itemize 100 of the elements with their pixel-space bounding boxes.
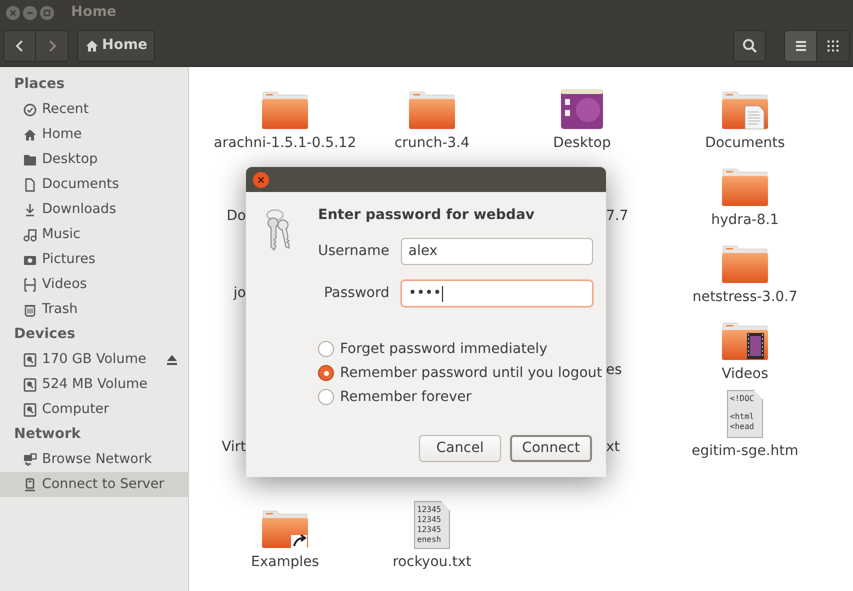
network-icon xyxy=(23,452,37,466)
linked-folder-icon xyxy=(261,509,309,549)
sidebar-item[interactable]: Recent xyxy=(0,97,188,122)
file-label[interactable]: Desktop xyxy=(553,133,611,154)
sidebar-item[interactable]: Videos xyxy=(0,272,188,297)
sidebar-item[interactable]: Pictures xyxy=(0,247,188,272)
file-preview-text: <html xyxy=(730,412,756,422)
chevron-left-icon xyxy=(14,38,26,52)
sidebar-item[interactable]: Browse Network xyxy=(0,447,188,472)
file-label[interactable]: crunch-3.4 xyxy=(394,133,470,154)
file-preview-text: 12345 xyxy=(417,515,442,525)
cancel-button[interactable]: Cancel xyxy=(419,435,501,462)
sidebar-item-label: Home xyxy=(42,125,83,144)
window-title: Home xyxy=(71,3,116,22)
drive-icon xyxy=(23,402,37,416)
sidebar-item-label: Documents xyxy=(42,175,120,194)
desktop-icon xyxy=(560,88,604,130)
list-icon xyxy=(794,38,808,52)
file-preview-text: enesh xyxy=(417,535,442,545)
list-view-button[interactable] xyxy=(784,30,817,62)
radio-label: Remember forever xyxy=(340,388,472,406)
sidebar-item[interactable]: 170 GB Volume xyxy=(0,347,188,372)
sidebar-heading: Places xyxy=(13,75,66,94)
sidebar-item-label: Desktop xyxy=(42,150,99,170)
radio-button[interactable] xyxy=(318,389,334,405)
file-label[interactable]: Documents xyxy=(705,133,785,154)
video-folder-icon xyxy=(721,321,769,361)
forward-button[interactable] xyxy=(36,30,69,62)
sidebar-item-label: Connect to Server xyxy=(42,475,166,494)
sidebar-heading: Network xyxy=(13,425,82,444)
film-icon xyxy=(23,278,37,292)
grid-view-button[interactable] xyxy=(817,30,850,62)
sidebar-item-label: Trash xyxy=(42,300,79,320)
server-icon xyxy=(23,478,37,492)
grid-icon xyxy=(826,38,840,52)
input-field[interactable]: •••• xyxy=(401,280,593,307)
back-button[interactable] xyxy=(3,30,36,62)
file-preview-text: <!DOC xyxy=(730,394,756,404)
dialog-heading: Enter password for webdav xyxy=(318,206,536,225)
file-preview-text: 12345 xyxy=(417,505,442,515)
close-icon[interactable] xyxy=(253,172,269,188)
search-icon xyxy=(742,38,758,54)
minimize-icon[interactable] xyxy=(23,6,37,20)
trash-icon xyxy=(23,302,37,316)
file-label: xt xyxy=(606,438,620,457)
file-label[interactable]: Examples xyxy=(250,552,320,573)
radio-button[interactable] xyxy=(318,341,334,357)
file-label[interactable]: egitim-sge.htm xyxy=(692,441,798,462)
file-label[interactable]: arachni-1.5.1-0.5.12 xyxy=(214,133,356,154)
folder-icon xyxy=(721,244,769,284)
sidebar-item-label: 170 GB Volume xyxy=(42,350,148,370)
sidebar-item-label: 524 MB Volume xyxy=(42,375,148,394)
sidebar-heading: Devices xyxy=(13,325,76,344)
input-field[interactable]: alex xyxy=(401,238,593,265)
sidebar-item[interactable]: Home xyxy=(0,122,188,147)
radio-label: Remember password until you logout xyxy=(340,364,602,382)
maximize-icon[interactable] xyxy=(40,6,54,20)
location-button[interactable]: Home xyxy=(77,30,156,62)
sidebar-item-label: Browse Network xyxy=(42,450,153,470)
close-icon[interactable] xyxy=(6,6,20,20)
file-label: es xyxy=(606,361,622,380)
folder-icon xyxy=(261,90,309,130)
sidebar-item[interactable]: Downloads xyxy=(0,197,188,222)
folder-icon xyxy=(23,152,37,166)
sidebar-item-label: Videos xyxy=(42,275,88,294)
file-label[interactable]: netstress-3.0.7 xyxy=(692,287,798,308)
clock-icon xyxy=(23,102,37,116)
radio-label: Forget password immediately xyxy=(340,340,548,358)
music-icon xyxy=(23,228,37,242)
sidebar-item[interactable]: 524 MB Volume xyxy=(0,372,188,397)
file-label[interactable]: hydra-8.1 xyxy=(711,210,779,231)
sidebar-item[interactable]: Trash xyxy=(0,297,188,322)
sidebar-item[interactable]: Documents xyxy=(0,172,188,197)
sidebar-item[interactable]: Desktop xyxy=(0,147,188,172)
home-icon xyxy=(85,38,99,52)
document-icon xyxy=(23,178,37,192)
drive-icon xyxy=(23,352,37,366)
sidebar-item[interactable]: Connect to Server xyxy=(0,472,188,497)
eject-icon[interactable] xyxy=(166,354,178,366)
folder-icon xyxy=(721,167,769,207)
file-label: Do xyxy=(226,207,246,226)
sidebar-item-label: Pictures xyxy=(42,250,96,270)
file-label[interactable]: rockyou.txt xyxy=(392,552,472,573)
connect-button[interactable]: Connect xyxy=(510,435,592,462)
download-icon xyxy=(23,202,37,216)
drive-icon xyxy=(23,378,37,392)
radio-button[interactable] xyxy=(318,365,334,381)
folder-icon xyxy=(408,90,456,130)
file-label[interactable]: Videos xyxy=(722,364,768,385)
file-preview-text: <head xyxy=(730,422,756,432)
sidebar-item-label: Computer xyxy=(42,400,110,420)
sidebar-item[interactable]: Computer xyxy=(0,397,188,422)
file-label: 7.7 xyxy=(606,207,628,226)
home-icon xyxy=(23,128,37,142)
search-button[interactable] xyxy=(733,30,766,62)
sidebar-item[interactable]: Music xyxy=(0,222,188,247)
sidebar-item-label: Recent xyxy=(42,100,90,120)
documents-folder-icon xyxy=(721,90,769,130)
file-label: jo xyxy=(232,284,246,303)
file-preview-text: 12345 xyxy=(417,525,442,535)
